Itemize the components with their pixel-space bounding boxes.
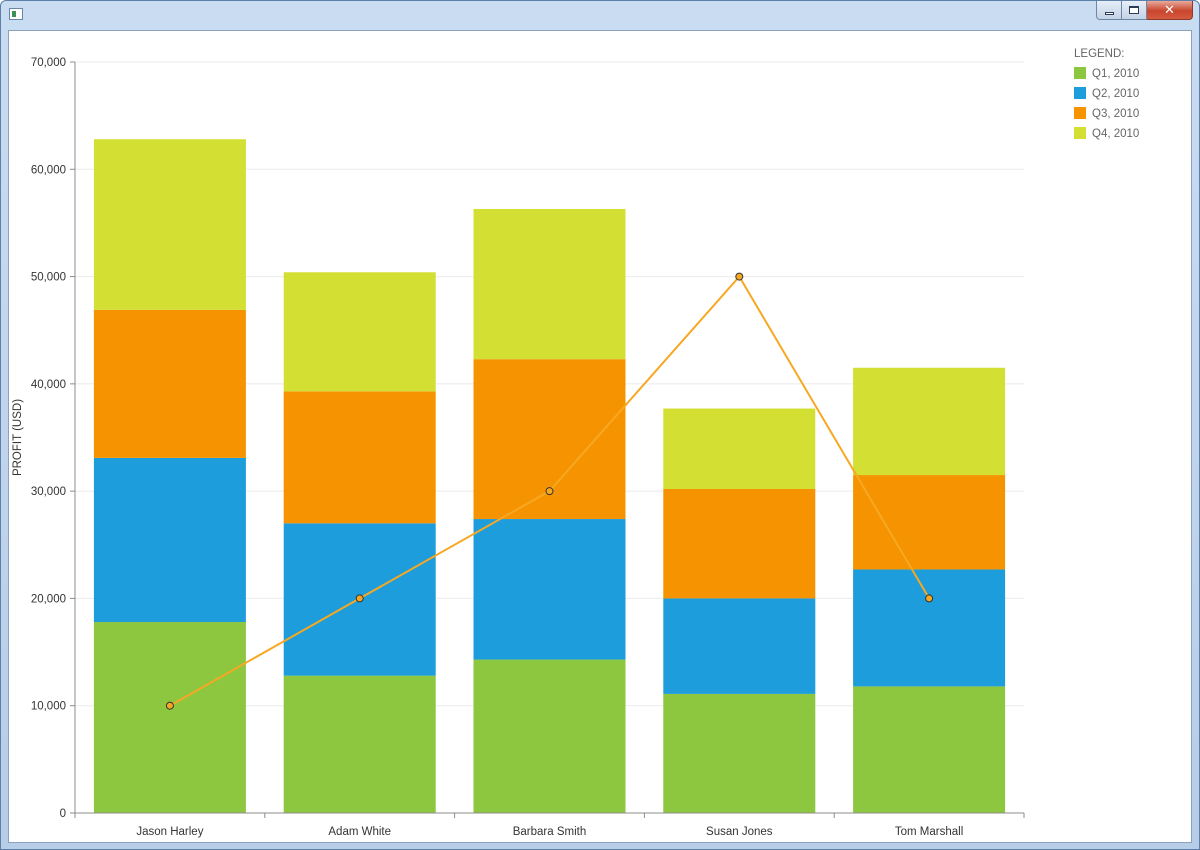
legend-swatch (1074, 127, 1086, 139)
window-controls: ✕ (1096, 1, 1193, 21)
overlay-point (545, 487, 554, 496)
minimize-button[interactable] (1096, 1, 1122, 20)
x-tick-label: Susan Jones (706, 826, 773, 838)
y-tick-label: 60,000 (31, 164, 66, 176)
chart-area: 0 10,000 20,000 30,000 40,000 50,000 60,000 70,… (8, 30, 1192, 843)
legend-title: LEGEND: (1074, 48, 1125, 60)
legend-swatch (1074, 87, 1086, 99)
x-tick-label: Barbara Smith (513, 826, 587, 838)
legend-swatch (1074, 67, 1086, 79)
bar-segment (93, 622, 246, 813)
bar-segment (93, 457, 246, 623)
chart: 0 10,000 20,000 30,000 40,000 50,000 60,000 70,… (12, 48, 1139, 838)
overlay-point (355, 594, 364, 603)
y-tick-label: 30,000 (31, 486, 66, 498)
minimize-icon (1104, 11, 1114, 15)
y-axis-label: PROFIT (USD) (12, 399, 24, 476)
bar-segment (93, 309, 246, 458)
legend-swatch (1074, 107, 1086, 119)
legend-label: Q2, 2010 (1092, 88, 1139, 100)
x-tick-label: Jason Harley (136, 826, 203, 838)
bar-segment (853, 686, 1006, 813)
bar-segment (663, 488, 816, 599)
y-tick-label: 70,000 (31, 57, 66, 69)
legend-label: Q4, 2010 (1092, 128, 1139, 140)
legend: LEGEND: Q1, 2010 Q2, 2010 Q3, 2010 Q4, 2010 (1074, 48, 1139, 140)
overlay-point (735, 272, 744, 281)
close-icon: ✕ (1164, 2, 1175, 18)
y-tick-label: 0 (60, 808, 66, 820)
y-tick-label: 20,000 (31, 593, 66, 605)
bars (93, 139, 1006, 813)
bar-segment (473, 659, 626, 813)
bar-segment (283, 272, 436, 392)
x-tick-label: Adam White (328, 826, 391, 838)
close-button[interactable]: ✕ (1147, 1, 1193, 20)
maximize-button[interactable] (1122, 1, 1147, 20)
bar-segment (473, 208, 626, 360)
bar-segment (93, 139, 246, 310)
title-bar[interactable]: ✕ (1, 1, 1199, 29)
bar-segment (663, 693, 816, 813)
bar-segment (853, 475, 1006, 570)
legend-label: Q3, 2010 (1092, 108, 1139, 120)
bar-segment (473, 519, 626, 660)
maximize-icon (1129, 6, 1139, 14)
legend-label: Q1, 2010 (1092, 68, 1139, 80)
y-tick-label: 10,000 (31, 701, 66, 713)
app-window: ✕ 0 10,000 20,000 30,000 40,000 50,000 60,000 7… (0, 0, 1200, 850)
bar-segment (283, 391, 436, 524)
x-tick-label: Tom Marshall (895, 826, 963, 838)
overlay-point (165, 701, 174, 710)
overlay-point (925, 594, 934, 603)
window-icon[interactable] (9, 8, 23, 20)
bar-segment (663, 408, 816, 489)
bar-segment (853, 569, 1006, 687)
bar-segment (283, 675, 436, 813)
y-tick-label: 50,000 (31, 272, 66, 284)
y-tick-label: 40,000 (31, 379, 66, 391)
bar-segment (853, 367, 1006, 476)
bar-segment (663, 598, 816, 694)
